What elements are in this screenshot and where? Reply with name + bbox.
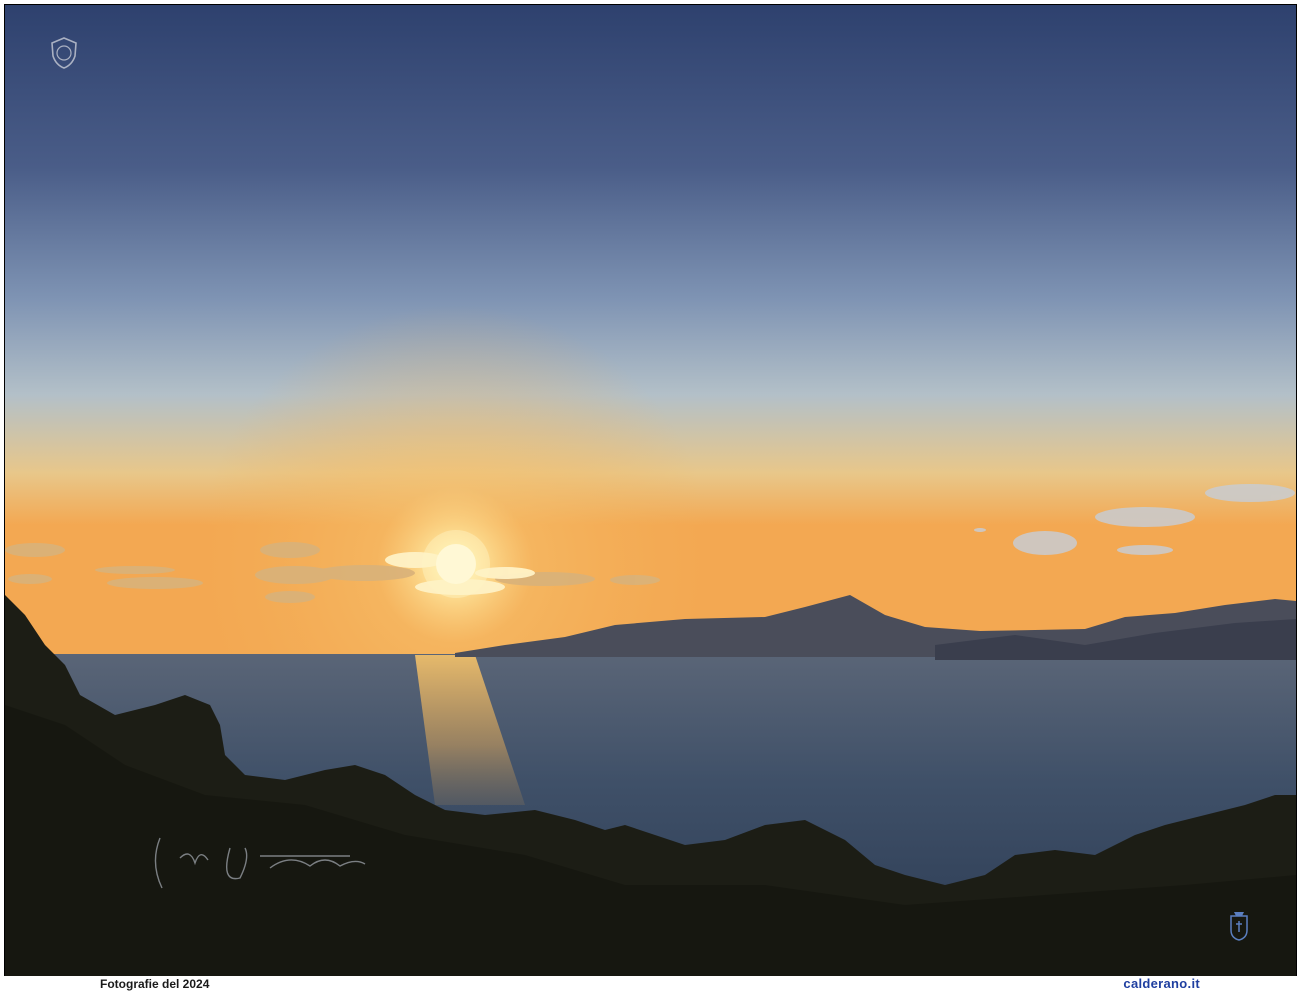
sun-glow xyxy=(5,305,1296,665)
footer-caption: Fotografie del 2024 xyxy=(100,977,210,991)
footer-bar: Fotografie del 2024 calderano.it xyxy=(0,976,1300,993)
crest-icon xyxy=(51,37,77,69)
page-frame: Fotografie del 2024 calderano.it xyxy=(0,0,1300,993)
signature-mark xyxy=(154,837,366,889)
site-link[interactable]: calderano.it xyxy=(1123,976,1200,991)
shield-badge-icon xyxy=(1230,912,1248,941)
